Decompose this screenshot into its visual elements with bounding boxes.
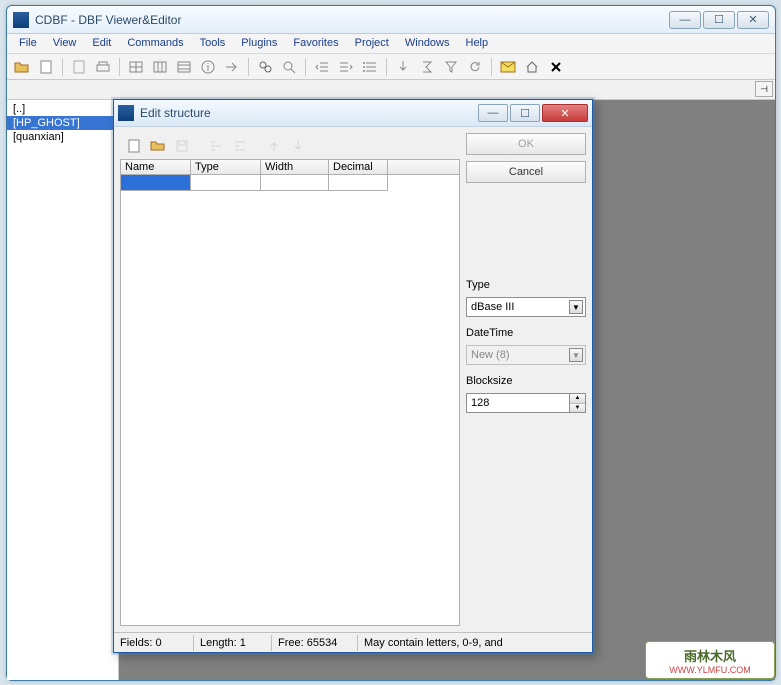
selected-cell[interactable] — [121, 175, 191, 191]
type-label: Type — [466, 279, 586, 291]
dialog-titlebar: Edit structure — ☐ ✕ — [114, 100, 592, 127]
grid2-icon[interactable] — [149, 56, 171, 78]
pin-button[interactable]: ⊣ — [755, 81, 773, 97]
watermark: 雨林木风 WWW.YLMFU.COM — [645, 641, 775, 679]
new-icon[interactable] — [35, 56, 57, 78]
ok-button[interactable]: OK — [466, 133, 586, 155]
menu-file[interactable]: File — [11, 34, 45, 53]
status-hint: May contain letters, 0-9, and — [358, 635, 592, 651]
maximize-button[interactable]: ☐ — [703, 11, 735, 29]
dialog-icon — [118, 105, 134, 121]
print-icon[interactable] — [92, 56, 114, 78]
grid-header: Name Type Width Decimal — [121, 160, 459, 175]
edit-structure-dialog: Edit structure — ☐ ✕ Name Ty — [113, 99, 593, 653]
grid1-icon[interactable] — [125, 56, 147, 78]
chevron-down-icon: ▼ — [569, 348, 583, 362]
field-grid[interactable]: Name Type Width Decimal — [120, 159, 460, 626]
menu-edit[interactable]: Edit — [84, 34, 119, 53]
datetime-select: New (8) ▼ — [466, 345, 586, 365]
minimize-button[interactable]: — — [669, 11, 701, 29]
main-titlebar: CDBF - DBF Viewer&Editor — ☐ ✕ — [7, 6, 775, 34]
col-extra — [388, 160, 459, 174]
main-toolbar: i — [7, 54, 775, 80]
dialog-maximize-button[interactable]: ☐ — [510, 104, 540, 122]
menu-commands[interactable]: Commands — [119, 34, 191, 53]
sum-icon[interactable] — [416, 56, 438, 78]
menu-plugins[interactable]: Plugins — [233, 34, 285, 53]
info-icon[interactable]: i — [197, 56, 219, 78]
sort-down-icon[interactable] — [392, 56, 414, 78]
insert-row-icon — [206, 136, 226, 156]
refresh-icon[interactable] — [464, 56, 486, 78]
dialog-minimize-button[interactable]: — — [478, 104, 508, 122]
sidebar-item-quanxian[interactable]: [quanxian] — [7, 130, 118, 144]
blocksize-spinner[interactable]: 128 ▲ ▼ — [466, 393, 586, 413]
menu-help[interactable]: Help — [458, 34, 497, 53]
close-button[interactable]: ✕ — [737, 11, 769, 29]
menu-windows[interactable]: Windows — [397, 34, 458, 53]
home-icon[interactable] — [521, 56, 543, 78]
open-file-icon[interactable] — [148, 136, 168, 156]
blocksize-label: Blocksize — [466, 375, 586, 387]
type-select[interactable]: dBase III ▼ — [466, 297, 586, 317]
spin-down-icon[interactable]: ▼ — [570, 404, 585, 413]
menu-tools[interactable]: Tools — [192, 34, 234, 53]
grid3-icon[interactable] — [173, 56, 195, 78]
menu-project[interactable]: Project — [347, 34, 397, 53]
outdent-icon[interactable] — [311, 56, 333, 78]
svg-text:i: i — [207, 62, 209, 74]
arrow-right-icon[interactable] — [221, 56, 243, 78]
sidebar: [..] [HP_GHOST] [quanxian] — [7, 100, 119, 680]
datetime-label: DateTime — [466, 327, 586, 339]
save-icon — [172, 136, 192, 156]
indent-icon[interactable] — [335, 56, 357, 78]
dialog-title: Edit structure — [140, 106, 211, 120]
status-length: Length: 1 — [194, 635, 272, 651]
app-icon — [13, 12, 29, 28]
col-type[interactable]: Type — [191, 160, 261, 174]
cancel-button[interactable]: Cancel — [466, 161, 586, 183]
delete-row-icon — [230, 136, 250, 156]
sidebar-item-up[interactable]: [..] — [7, 102, 118, 116]
grid-body[interactable] — [121, 175, 459, 625]
chevron-down-icon[interactable]: ▼ — [569, 300, 583, 314]
blank-page-icon[interactable] — [68, 56, 90, 78]
open-icon[interactable] — [11, 56, 33, 78]
col-decimal[interactable]: Decimal — [329, 160, 388, 174]
spin-up-icon[interactable]: ▲ — [570, 394, 585, 404]
dialog-close-button[interactable]: ✕ — [542, 104, 588, 122]
app-title: CDBF - DBF Viewer&Editor — [35, 13, 181, 27]
move-down-icon — [288, 136, 308, 156]
filter-icon[interactable] — [440, 56, 462, 78]
list-icon[interactable] — [359, 56, 381, 78]
dialog-statusbar: Fields: 0 Length: 1 Free: 65534 May cont… — [114, 632, 592, 652]
col-name[interactable]: Name — [121, 160, 191, 174]
tabbar: ⊣ — [7, 80, 775, 100]
find-icon[interactable] — [254, 56, 276, 78]
mail-icon[interactable] — [497, 56, 519, 78]
sidebar-item-hp-ghost[interactable]: [HP_GHOST] — [7, 116, 118, 130]
status-free: Free: 65534 — [272, 635, 358, 651]
close-doc-icon[interactable] — [545, 56, 567, 78]
menu-favorites[interactable]: Favorites — [285, 34, 346, 53]
new-file-icon[interactable] — [124, 136, 144, 156]
col-width[interactable]: Width — [261, 160, 329, 174]
dialog-toolbar — [120, 133, 460, 159]
move-up-icon — [264, 136, 284, 156]
menubar: File View Edit Commands Tools Plugins Fa… — [7, 34, 775, 54]
menu-view[interactable]: View — [45, 34, 85, 53]
status-fields: Fields: 0 — [114, 635, 194, 651]
find-next-icon[interactable] — [278, 56, 300, 78]
